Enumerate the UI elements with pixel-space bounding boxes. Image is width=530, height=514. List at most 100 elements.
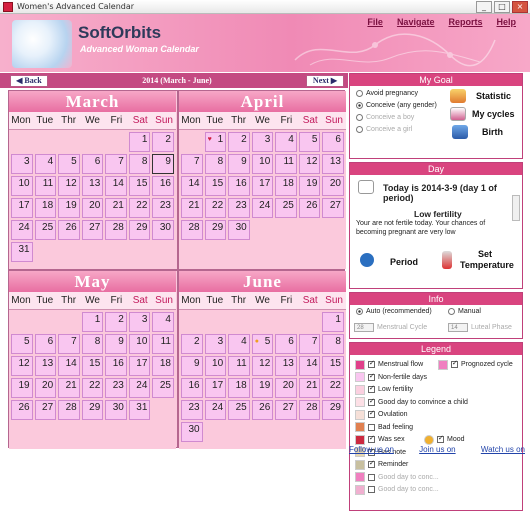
day-cell[interactable]: 26 (298, 198, 321, 218)
day-cell[interactable]: 23 (105, 378, 127, 398)
day-cell[interactable]: 11 (228, 356, 250, 376)
day-cell[interactable]: 20 (34, 378, 57, 398)
day-cell[interactable]: 9 (228, 154, 250, 174)
day-cell[interactable]: 22 (204, 198, 227, 218)
day-cell[interactable]: 5 ● (251, 334, 274, 354)
day-cell[interactable]: 22 (322, 378, 344, 398)
day-cell[interactable]: 31 (128, 400, 151, 420)
legend-checkbox[interactable] (368, 473, 375, 481)
day-cell[interactable]: 6 (275, 334, 297, 354)
day-cell[interactable]: 15 (204, 176, 227, 196)
statistic-icon[interactable] (450, 89, 466, 103)
day-cell[interactable]: 5 (298, 132, 321, 152)
legend-checkbox[interactable] (451, 359, 458, 368)
day-cell[interactable]: 17 (251, 176, 274, 196)
day-cell[interactable]: 13 (34, 356, 57, 376)
legend-item[interactable]: Ovulation (355, 409, 408, 420)
day-cell[interactable]: 4 (34, 154, 57, 174)
day-cell[interactable]: 20 (322, 176, 344, 196)
menu-file[interactable]: File (367, 17, 383, 27)
day-cell[interactable]: 13 (275, 356, 297, 376)
day-cell[interactable]: 21 (105, 198, 127, 218)
my-cycles-button[interactable]: My cycles (472, 109, 515, 119)
day-cell[interactable]: 28 (105, 220, 127, 240)
day-cell[interactable]: 20 (275, 378, 297, 398)
day-cell[interactable]: 29 (81, 400, 104, 420)
day-cell[interactable]: 11 (152, 334, 174, 354)
day-cell[interactable]: 16 (181, 378, 203, 398)
day-cell[interactable]: 25 (228, 400, 250, 420)
day-cell[interactable]: 18 (275, 176, 297, 196)
day-cell[interactable]: 1 (322, 312, 344, 332)
legend-item[interactable]: Low fertility (355, 384, 413, 395)
legend-item[interactable]: Good day to convince a child (355, 397, 468, 408)
day-cell[interactable]: 21 (58, 378, 80, 398)
legend-checkbox[interactable] (437, 434, 444, 443)
day-cell[interactable]: 9 (105, 334, 127, 354)
day-cell[interactable]: 8 (128, 154, 151, 174)
scrollbar[interactable] (512, 195, 520, 221)
legend-checkbox[interactable] (368, 459, 375, 468)
radio-auto[interactable]: Auto (recommended) (356, 308, 432, 315)
day-cell[interactable]: 23 (181, 400, 203, 420)
menu-help[interactable]: Help (496, 17, 516, 27)
day-cell[interactable]: 2 (105, 312, 127, 332)
day-cell[interactable]: 12 (251, 356, 274, 376)
legend-checkbox[interactable] (368, 434, 375, 443)
day-cell[interactable]: 18 (34, 198, 57, 218)
day-cell[interactable]: 23 (152, 198, 174, 218)
radio-conceive-any[interactable]: Conceive (any gender) (356, 102, 437, 109)
day-cell[interactable]: 1 (128, 132, 151, 152)
day-cell[interactable]: 11 (34, 176, 57, 196)
day-cell[interactable]: 4 (228, 334, 250, 354)
thermometer-icon[interactable] (442, 251, 452, 269)
day-cell[interactable]: 30 (152, 220, 174, 240)
legend-checkbox[interactable] (368, 486, 375, 493)
join-link[interactable]: Join us on (419, 445, 455, 454)
day-cell[interactable]: 27 (275, 400, 297, 420)
info-icon[interactable] (360, 253, 374, 267)
day-cell[interactable]: 19 (11, 378, 33, 398)
birth-button[interactable]: Birth (482, 127, 503, 137)
day-cell[interactable]: 28 (298, 400, 321, 420)
day-cell[interactable]: 11 (275, 154, 297, 174)
statistic-button[interactable]: Statistic (476, 91, 511, 101)
day-cell[interactable]: 2 (181, 334, 203, 354)
day-cell[interactable]: 2 (152, 132, 174, 152)
day-cell[interactable]: 7 (58, 334, 80, 354)
day-cell[interactable]: 1 ♥ (204, 132, 227, 152)
my-cycles-icon[interactable] (450, 107, 466, 121)
day-cell[interactable]: 21 (181, 198, 203, 218)
legend-checkbox[interactable] (368, 384, 375, 393)
legend-checkbox[interactable] (368, 397, 375, 406)
day-cell[interactable]: 31 (11, 242, 33, 262)
luteal-phase-field[interactable]: 14 Luteal Phase (448, 323, 512, 332)
close-button[interactable]: × (512, 1, 528, 13)
day-cell[interactable]: 22 (81, 378, 104, 398)
day-cell[interactable]: 22 (128, 198, 151, 218)
day-cell[interactable]: 26 (251, 400, 274, 420)
facebook-link[interactable]: Follow us on (349, 445, 394, 454)
set-temperature-button[interactable]: Temperature (460, 260, 514, 270)
radio-conceive-girl[interactable]: Conceive a girl (356, 126, 412, 133)
day-cell[interactable]: 27 (81, 220, 104, 240)
day-cell[interactable]: 24 (11, 220, 33, 240)
day-cell[interactable]: 16 (228, 176, 250, 196)
legend-item[interactable]: Non-fertile days (355, 372, 427, 383)
legend-prognozed[interactable]: Prognozed cycle (438, 359, 513, 370)
day-cell[interactable]: 15 (128, 176, 151, 196)
minimize-button[interactable]: _ (476, 1, 492, 13)
day-cell[interactable]: 28 (58, 400, 80, 420)
day-cell[interactable]: 15 (322, 356, 344, 376)
legend-item[interactable]: Bad feeling (355, 422, 413, 433)
legend-item[interactable]: Good day to conc... (355, 484, 439, 495)
day-cell[interactable]: 24 (128, 378, 151, 398)
day-cell[interactable]: 30 (105, 400, 127, 420)
legend-item[interactable]: Was sex (355, 434, 405, 445)
set-label[interactable]: Set (478, 249, 492, 259)
day-cell[interactable]: 9 (181, 356, 203, 376)
day-cell[interactable]: 2 (228, 132, 250, 152)
radio-conceive-boy[interactable]: Conceive a boy (356, 114, 414, 121)
day-cell[interactable]: 15 (81, 356, 104, 376)
menstrual-cycle-field[interactable]: 28 Menstrual Cycle (354, 323, 427, 332)
